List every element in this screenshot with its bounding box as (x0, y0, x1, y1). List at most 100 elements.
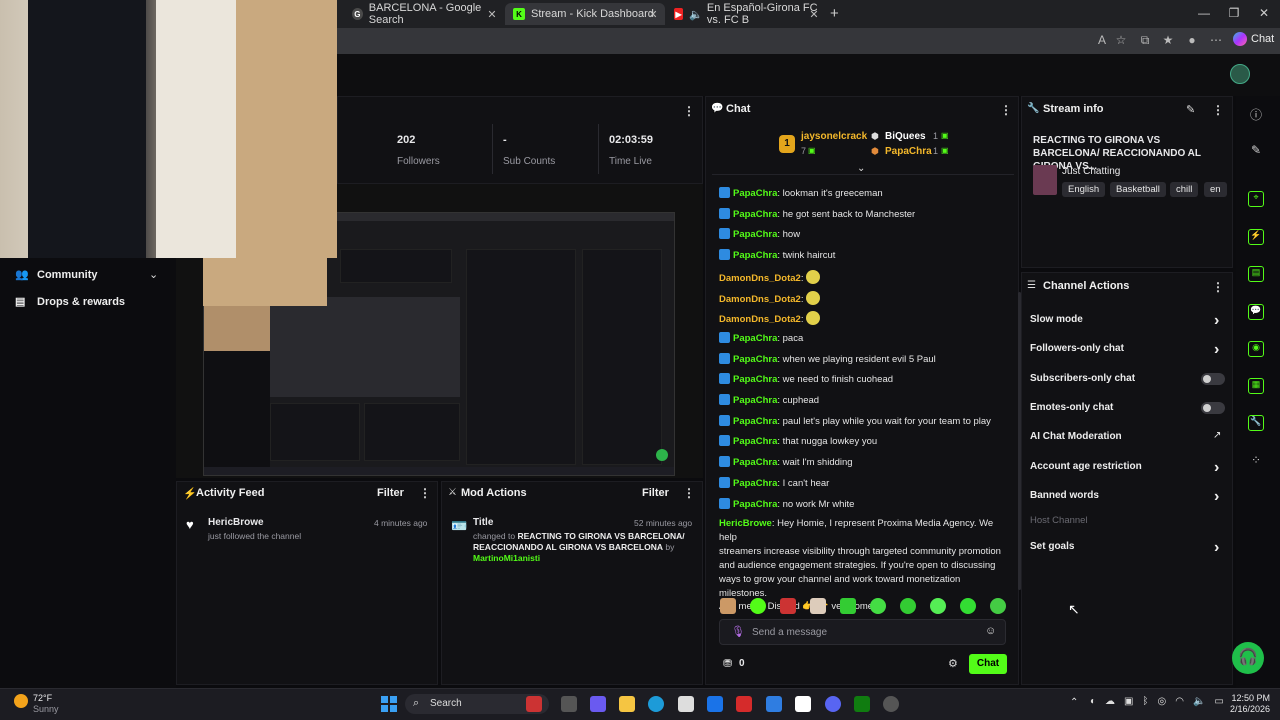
emote-icon[interactable] (900, 598, 916, 614)
chat-username[interactable]: PapaChra (733, 229, 777, 240)
activity-widget-icon[interactable]: ⚡ (1248, 229, 1264, 245)
chat-username[interactable]: PapaChra (733, 333, 777, 344)
second-gifter-name[interactable]: BiQuees (885, 131, 926, 142)
restore-icon[interactable]: ❐ (1224, 6, 1244, 20)
send-chat-button[interactable]: Chat (969, 654, 1007, 674)
app-icon[interactable] (707, 696, 723, 712)
category-name[interactable]: Just Chatting (1062, 166, 1120, 177)
toggle-switch[interactable] (1201, 373, 1225, 385)
sidebar-item-community[interactable]: 👥 Community (15, 268, 98, 282)
chat-username[interactable]: DamonDns_Dota2 (719, 273, 801, 284)
emote-icon[interactable] (870, 598, 886, 614)
chevron-right-icon[interactable]: › (1214, 539, 1219, 557)
chat-username[interactable]: PapaChra (733, 188, 777, 199)
copilot-chat-button[interactable]: Chat (1233, 32, 1274, 46)
chat-username[interactable]: PapaChra (733, 395, 777, 406)
app-icon[interactable] (795, 696, 811, 712)
kebab-menu-icon[interactable]: ⋮ (683, 104, 695, 118)
channel-action-followers-only-chat[interactable]: Followers-only chat (1030, 343, 1124, 354)
apps-icon[interactable]: ⁘ (1248, 453, 1264, 469)
volume-icon[interactable]: 🔈 (1193, 696, 1205, 707)
chat-widget-icon[interactable]: 💬 (1248, 304, 1264, 320)
chat-username[interactable]: DamonDns_Dota2 (719, 314, 801, 325)
tray-icon[interactable]: ▣ (1124, 696, 1133, 707)
layout-widget-icon[interactable]: ▦ (1248, 378, 1264, 394)
mail-icon[interactable] (766, 696, 782, 712)
scrollbar[interactable] (1018, 292, 1021, 590)
support-headset-icon[interactable]: 🎧 (1232, 642, 1264, 674)
chat-username[interactable]: PapaChra (733, 436, 777, 447)
channel-action-ai-chat-moderation[interactable]: AI Chat Moderation (1030, 431, 1122, 442)
more-icon[interactable]: ⋯ (1208, 33, 1224, 47)
store-icon[interactable] (678, 696, 694, 712)
mcafee-icon[interactable] (736, 696, 752, 712)
kebab-menu-icon[interactable]: ⋮ (1212, 103, 1224, 117)
chat-username[interactable]: PapaChra (733, 354, 777, 365)
tray-icon[interactable]: ☁ (1105, 696, 1115, 707)
tools-widget-icon[interactable]: 🔧 (1248, 415, 1264, 431)
emote-icon[interactable] (840, 598, 856, 614)
tab-google-search[interactable]: G BARCELONA - Google Search ✕ (344, 2, 504, 26)
third-gifter-name[interactable]: PapaChra (885, 146, 932, 157)
chat-username[interactable]: PapaChra (733, 250, 777, 261)
tag-basketball[interactable]: Basketball (1110, 182, 1166, 197)
external-link-icon[interactable]: ↗ (1213, 430, 1221, 441)
chevron-right-icon[interactable]: › (1214, 488, 1219, 506)
settings-gear-icon[interactable]: ⚙ (948, 657, 958, 670)
close-tab-icon[interactable]: ✕ (647, 8, 659, 21)
chevron-right-icon[interactable]: › (1214, 459, 1219, 477)
channel-action-set-goals[interactable]: Set goals (1030, 541, 1074, 552)
user-avatar[interactable] (1230, 64, 1250, 84)
tag-english[interactable]: English (1062, 182, 1106, 197)
info-icon[interactable]: ⓘ (1248, 106, 1264, 122)
favorites-icon[interactable]: ★ (1160, 33, 1176, 47)
emote-icon[interactable] (990, 598, 1006, 614)
read-aloud-icon[interactable]: A (1094, 33, 1110, 47)
kebab-menu-icon[interactable]: ⋮ (1000, 103, 1012, 117)
chat-username[interactable]: PapaChra (733, 457, 777, 468)
moderator-name[interactable]: MartinoMi1anisti (473, 553, 540, 563)
toggle-switch[interactable] (1201, 402, 1225, 414)
tag-chill[interactable]: chill (1170, 182, 1199, 197)
collapse-leaderboard-icon[interactable]: ⌄ (857, 163, 865, 174)
profile-icon[interactable]: ● (1184, 33, 1200, 47)
channel-action-emotes-only-chat[interactable]: Emotes-only chat (1030, 402, 1113, 413)
close-window-icon[interactable]: ✕ (1254, 6, 1274, 20)
minimize-icon[interactable]: — (1194, 6, 1214, 20)
clock-time[interactable]: 12:50 PM (1230, 693, 1270, 703)
chat-username[interactable]: DamonDns_Dota2 (719, 294, 801, 305)
emote-icon[interactable] (720, 598, 736, 614)
close-tab-icon[interactable]: ✕ (486, 8, 498, 21)
channel-action-subscribers-only-chat[interactable]: Subscribers-only chat (1030, 373, 1135, 384)
task-view-icon[interactable] (561, 696, 577, 712)
emote-icon[interactable] (810, 598, 826, 614)
tab-youtube-girona[interactable]: ▶ 🔈 En Español-Girona FC vs. FC B ✕ (666, 2, 826, 26)
extensions-icon[interactable]: ⧉ (1137, 33, 1153, 48)
top-gifter-name[interactable]: jaysonelcrack (801, 131, 867, 142)
tray-icon[interactable]: ◐ (1090, 696, 1096, 707)
emote-icon[interactable] (780, 598, 796, 614)
new-tab-icon[interactable]: + (830, 5, 839, 22)
obs-icon[interactable] (883, 696, 899, 712)
tray-icon[interactable]: ◎ (1158, 696, 1167, 707)
chevron-right-icon[interactable]: › (1214, 312, 1219, 330)
close-tab-icon[interactable]: ✕ (808, 8, 820, 21)
favorite-icon[interactable]: ☆ (1113, 33, 1129, 47)
edge-icon[interactable] (648, 696, 664, 712)
chat-username[interactable]: PapaChra (733, 478, 777, 489)
discord-icon[interactable] (825, 696, 841, 712)
clock-date[interactable]: 2/16/2026 (1222, 704, 1270, 714)
channel-action-banned-words[interactable]: Banned words (1030, 490, 1099, 501)
stream-preview-widget-icon[interactable]: ⌖ (1248, 191, 1264, 207)
windows-start-icon[interactable] (381, 696, 397, 712)
emote-icon[interactable] (930, 598, 946, 614)
activity-filter-button[interactable]: Filter (377, 487, 404, 499)
wifi-icon[interactable]: ◠ (1175, 696, 1184, 707)
chat-input-placeholder[interactable]: Send a message (752, 627, 827, 638)
chevron-up-icon[interactable]: ⌃ (1070, 697, 1078, 708)
edit-icon[interactable]: ✎ (1248, 143, 1264, 159)
emote-icon[interactable] (960, 598, 976, 614)
chat-username[interactable]: PapaChra (733, 209, 777, 220)
chevron-down-icon[interactable]: ⌄ (149, 268, 158, 281)
microphone-icon[interactable]: 🎙 (731, 625, 745, 638)
